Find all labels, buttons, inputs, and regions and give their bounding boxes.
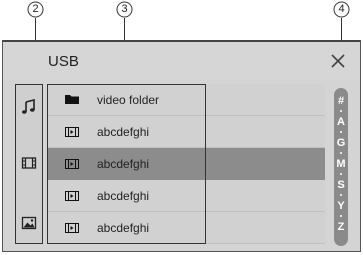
alpha-separator (340, 215, 342, 217)
callout-number: 4 (338, 3, 345, 15)
alpha-letter[interactable]: M (334, 158, 348, 170)
header-bar: USB (3, 42, 360, 80)
alpha-separator (340, 110, 342, 112)
source-title: USB (48, 53, 79, 70)
alphabet-search-bar[interactable]: # A G M S Y Z (334, 88, 348, 246)
photo-icon[interactable] (21, 215, 37, 231)
alpha-letter[interactable]: Y (334, 200, 348, 212)
media-mode-bar (15, 84, 43, 244)
alpha-separator (340, 173, 342, 175)
callout-3: 3 (116, 1, 133, 18)
alpha-separator (340, 194, 342, 196)
alpha-letter[interactable]: Z (334, 221, 348, 233)
alpha-letter[interactable]: G (334, 137, 348, 149)
callout-number: 2 (32, 3, 39, 15)
music-note-icon[interactable] (21, 99, 37, 115)
alpha-separator (340, 131, 342, 133)
alpha-letter[interactable]: S (334, 179, 348, 191)
close-icon[interactable] (328, 51, 348, 71)
film-strip-icon[interactable] (21, 155, 37, 171)
callout-4: 4 (333, 1, 350, 18)
alpha-separator (340, 152, 342, 154)
callout-number: 3 (121, 3, 128, 15)
file-list-outline (47, 84, 206, 244)
callout-2: 2 (27, 1, 44, 18)
alpha-letter[interactable]: # (334, 95, 348, 107)
alpha-letter[interactable]: A (334, 116, 348, 128)
